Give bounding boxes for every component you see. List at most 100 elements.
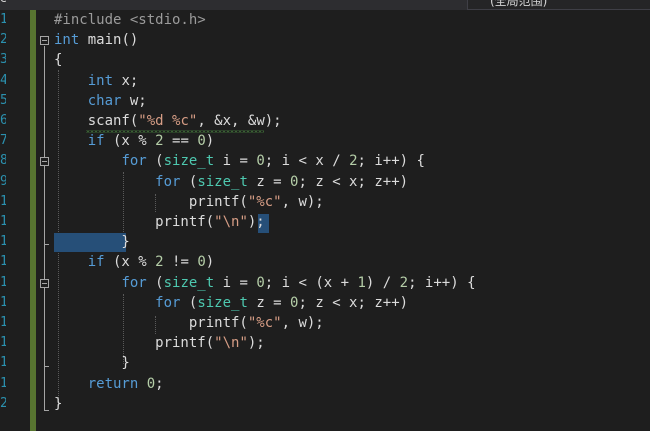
code-line[interactable]: printf("\n"); bbox=[54, 212, 265, 232]
code-token: return bbox=[87, 375, 139, 392]
line-number: 1 bbox=[0, 12, 6, 27]
code-token: } bbox=[54, 395, 63, 412]
code-token: ; i < x / bbox=[264, 153, 350, 170]
code-line[interactable]: printf("\n"); bbox=[54, 333, 265, 353]
code-token: printf( bbox=[54, 214, 215, 230]
code-token: ( bbox=[146, 153, 164, 170]
code-token: i = bbox=[214, 274, 257, 291]
line-number: 17 bbox=[0, 335, 6, 351]
code-line[interactable]: scanf("%d %c", &x, &w); bbox=[54, 111, 282, 131]
top-left-label: c bbox=[0, 0, 7, 5]
code-token: 0 bbox=[256, 153, 265, 170]
collapse-main-icon[interactable] bbox=[40, 36, 49, 45]
code-token: z = bbox=[247, 173, 291, 190]
scope-dropdown[interactable]: (全局范围) bbox=[467, 0, 650, 10]
code-token: ; bbox=[155, 375, 164, 392]
code-token: == bbox=[163, 133, 198, 150]
code-token: char bbox=[87, 92, 122, 109]
line-number: 7 bbox=[0, 133, 6, 149]
code-token: for bbox=[121, 153, 147, 170]
collapse-for-2-icon[interactable] bbox=[40, 279, 49, 288]
code-token: , w); bbox=[281, 315, 324, 331]
code-token: } bbox=[54, 355, 130, 372]
code-line[interactable]: if (x % 2 != 0) bbox=[54, 252, 214, 272]
code-token: ) bbox=[205, 254, 215, 271]
code-token: if bbox=[87, 133, 105, 150]
outline-line-for-1 bbox=[44, 167, 45, 244]
code-editor[interactable]: c (全局范围) 1234567891011121314151617181920… bbox=[0, 0, 650, 431]
code-line[interactable]: for (size_t z = 0; z < x; z++) bbox=[54, 172, 408, 192]
code-token: , &x, &w); bbox=[197, 113, 282, 129]
line-number: 3 bbox=[0, 52, 6, 68]
code-token: 1 bbox=[357, 274, 366, 291]
code-token: ; i < (x + bbox=[264, 274, 358, 291]
line-number: 11 bbox=[0, 214, 6, 229]
code-token: for bbox=[155, 173, 181, 190]
code-line[interactable]: int x; bbox=[54, 71, 139, 91]
outline-end-main bbox=[44, 410, 49, 411]
line-number: 19 bbox=[0, 375, 6, 391]
code-line[interactable]: int main() bbox=[54, 30, 138, 50]
code-line[interactable]: #include <stdio.h> bbox=[54, 10, 206, 30]
code-line[interactable]: } bbox=[54, 394, 62, 414]
line-number: 8 bbox=[0, 153, 6, 169]
code-line[interactable]: } bbox=[54, 232, 130, 252]
code-token: printf( bbox=[54, 193, 248, 210]
line-number: 14 bbox=[0, 274, 6, 290]
code-line[interactable]: for (size_t i = 0; i < (x + 1) / 2; i++)… bbox=[54, 273, 476, 293]
code-line[interactable]: for (size_t z = 0; z < x; z++) bbox=[54, 293, 408, 313]
line-number: 15 bbox=[0, 294, 6, 310]
code-token: ; i++) { bbox=[408, 274, 476, 291]
code-line[interactable]: if (x % 2 == 0) bbox=[54, 131, 214, 151]
code-token: 0 bbox=[197, 133, 206, 150]
code-token: z = bbox=[247, 294, 291, 311]
code-token: ( bbox=[180, 294, 198, 311]
code-token: ); bbox=[247, 335, 265, 352]
code-token: size_t bbox=[163, 153, 215, 170]
code-token: ( bbox=[180, 173, 198, 190]
code-token: printf( bbox=[54, 335, 215, 352]
collapse-for-1-icon[interactable] bbox=[40, 157, 49, 166]
code-line[interactable]: return 0; bbox=[54, 374, 164, 394]
line-number: 12 bbox=[0, 234, 6, 250]
code-token: w; bbox=[121, 92, 147, 109]
code-token: int bbox=[54, 32, 80, 49]
code-token: ( bbox=[146, 274, 164, 291]
code-token: size_t bbox=[197, 173, 248, 190]
code-token: scanf( bbox=[54, 113, 139, 129]
line-number: 2 bbox=[0, 32, 6, 48]
code-line[interactable]: } bbox=[54, 353, 130, 373]
code-token: "%c" bbox=[247, 315, 282, 331]
code-token: 2 bbox=[155, 133, 164, 150]
code-line[interactable]: { bbox=[54, 50, 62, 70]
line-number: 16 bbox=[0, 315, 6, 330]
code-token: size_t bbox=[197, 294, 248, 311]
code-line[interactable]: for (size_t i = 0; i < x / 2; i++) { bbox=[54, 151, 425, 171]
code-line[interactable]: printf("%c", w); bbox=[54, 192, 324, 212]
outline-end-for-2 bbox=[44, 366, 49, 367]
code-token: #include <stdio.h> bbox=[54, 12, 206, 28]
warning-squiggle bbox=[86, 130, 264, 133]
code-token: ) / bbox=[365, 274, 400, 291]
line-number: 4 bbox=[0, 72, 6, 88]
code-token: 2 bbox=[399, 274, 409, 291]
code-token: 0 bbox=[197, 254, 206, 271]
code-token: { bbox=[54, 52, 63, 69]
code-token: } bbox=[54, 234, 130, 251]
code-line[interactable]: printf("%c", w); bbox=[54, 313, 324, 333]
code-token: i = bbox=[214, 153, 257, 170]
code-token: printf( bbox=[54, 315, 248, 331]
code-token: != bbox=[163, 254, 198, 271]
code-token: main() bbox=[79, 32, 139, 49]
code-line[interactable]: char w; bbox=[54, 91, 147, 111]
line-number: 18 bbox=[0, 355, 6, 371]
code-token: ; z < x; z++) bbox=[298, 294, 409, 311]
